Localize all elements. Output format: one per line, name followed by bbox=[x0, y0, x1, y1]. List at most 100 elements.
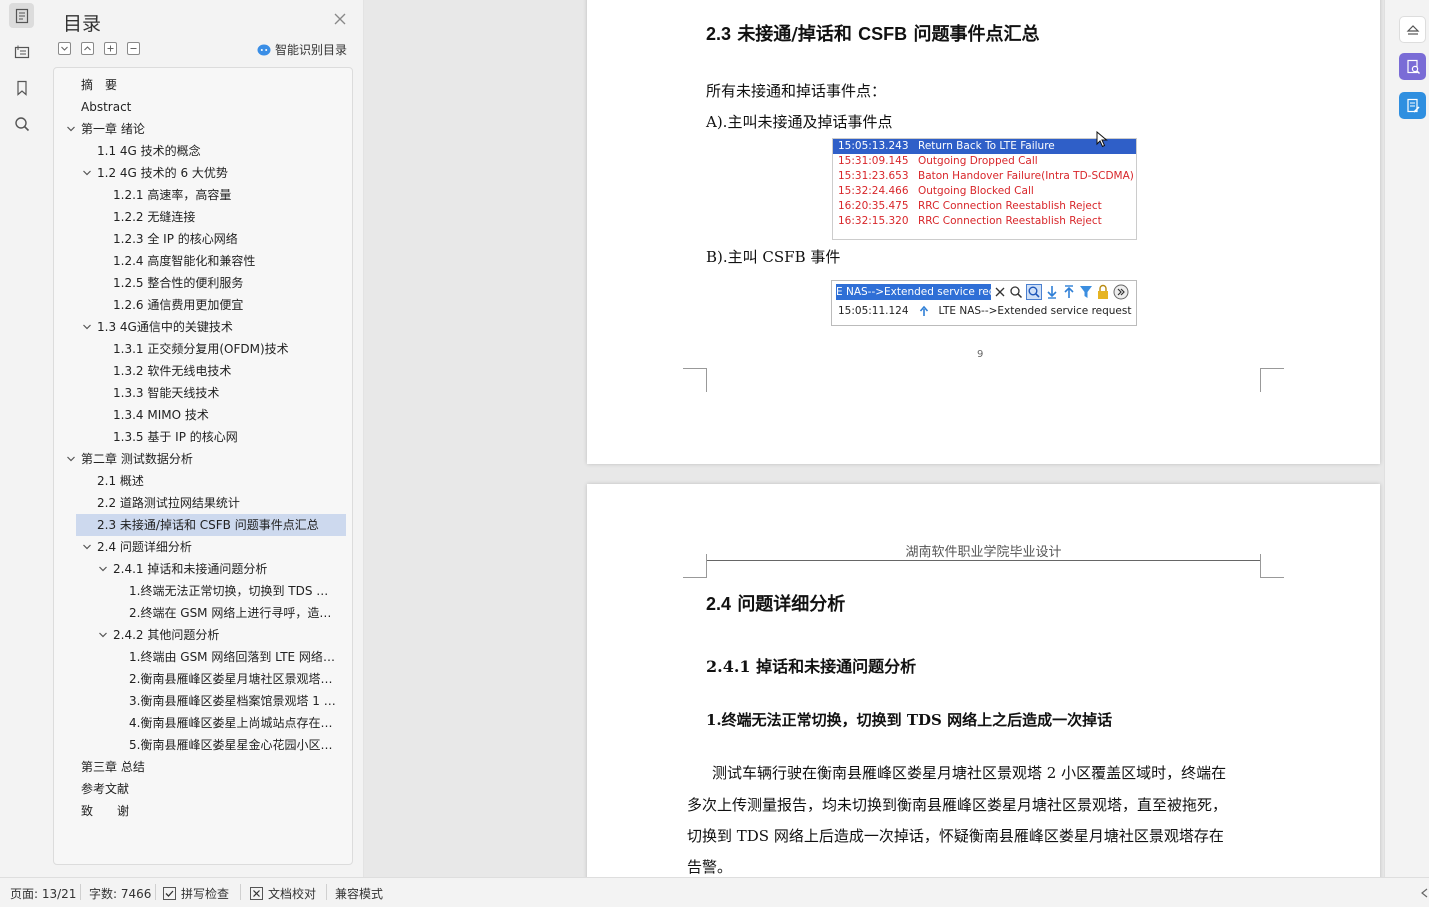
toc-item[interactable]: 4.衡南县雁峰区娄星上尚城站点存在告警 bbox=[129, 712, 339, 734]
toc-item-label: 2.终端在 GSM 网络上进行寻呼，造成未接通 bbox=[129, 606, 339, 620]
chevron-down-icon[interactable] bbox=[66, 454, 76, 464]
chevron-down-icon[interactable] bbox=[98, 630, 108, 640]
event-row: 16:32:15.320 RRC Connection Reestablish R… bbox=[833, 214, 1136, 229]
toc-panel-button[interactable] bbox=[9, 3, 34, 28]
toc-item[interactable]: 1.3.1 正交频分复用(OFDM)技术 bbox=[113, 338, 339, 360]
toc-item[interactable]: 第三章 总结 bbox=[81, 756, 339, 778]
section-heading-item-1: 1.终端无法正常切换，切换到 TDS 网络上之后造成一次掉话 bbox=[706, 711, 1113, 729]
arrow-up-icon bbox=[1064, 285, 1074, 298]
toc-item[interactable]: 2.终端在 GSM 网络上进行寻呼，造成未接通 bbox=[129, 602, 339, 624]
document-area[interactable]: 2.3 未接通/掉话和 CSFB 问题事件点汇总 所有未接通和掉话事件点： A)… bbox=[364, 0, 1384, 877]
toc-item[interactable]: 2.4 问题详细分析 bbox=[97, 536, 339, 558]
toc-item-label: 1.2.6 通信费用更加便宜 bbox=[113, 298, 244, 312]
word-count[interactable]: 字数: 7466 bbox=[89, 885, 151, 902]
status-divider bbox=[80, 884, 81, 900]
toc-item[interactable]: 1.2.6 通信费用更加便宜 bbox=[113, 294, 339, 316]
status-bar: 页面: 13/21 字数: 7466 拼写检查 文档校对 兼容模式 bbox=[0, 877, 1429, 907]
toc-item[interactable]: 2.4.2 其他问题分析 bbox=[113, 624, 339, 646]
smart-toc-button[interactable]: 智能识别目录 bbox=[257, 41, 347, 58]
event-list-screenshot: 15:05:13.243 Return Back To LTE Failure 15… bbox=[832, 138, 1137, 240]
toc-item[interactable]: 致 谢 bbox=[81, 800, 339, 822]
chevron-down-icon[interactable] bbox=[82, 322, 92, 332]
chevron-left-icon[interactable] bbox=[1419, 887, 1429, 899]
doc-assistant-button[interactable] bbox=[1399, 92, 1426, 119]
toc-item[interactable]: 1.2 4G 技术的 6 大优势 bbox=[97, 162, 339, 184]
toc-item[interactable]: 1.3 4G通信中的关键技术 bbox=[97, 316, 339, 338]
expand-all-button[interactable] bbox=[58, 42, 71, 55]
toc-item-label: 参考文献 bbox=[81, 782, 130, 796]
nas-toolbar bbox=[994, 284, 1129, 300]
collapse-all-button[interactable] bbox=[81, 42, 94, 55]
add-entry-button[interactable] bbox=[104, 42, 117, 55]
toc-item[interactable]: 1.3.2 软件无线电技术 bbox=[113, 360, 339, 382]
toc-title: 目录 bbox=[63, 13, 102, 35]
toc-item[interactable]: 3.衡南县雁峰区娄星档案馆景观塔 1 小区问题 bbox=[129, 690, 339, 712]
toc-item-label: 2.4.2 其他问题分析 bbox=[113, 628, 220, 642]
section-heading-2-4-1: 2.4.1 掉话和未接通问题分析 bbox=[706, 657, 917, 676]
toc-item-label: 1.终端由 GSM 网络回落到 LTE 网络失败 bbox=[129, 650, 339, 664]
nas-event-row: 15:05:11.124 LTE NAS-->Extended service … bbox=[838, 305, 1131, 317]
toc-item[interactable]: 1.2.5 整合性的便利服务 bbox=[113, 272, 339, 294]
toc-item[interactable]: 2.3 未接通/掉话和 CSFB 问题事件点汇总 bbox=[76, 514, 346, 536]
remove-entry-button[interactable] bbox=[127, 42, 140, 55]
chevron-up-icon bbox=[84, 46, 91, 51]
toc-item-label: 第一章 绪论 bbox=[81, 122, 145, 136]
more-icon bbox=[1113, 284, 1129, 300]
event-row: 15:31:23.653 Baton Handover Failure(Intra… bbox=[833, 169, 1136, 184]
paragraph-line: 多次上传测量报告，均未切换到衡南县雁峰区娄星月塘社区景观塔，直至被拖死， bbox=[687, 796, 1228, 814]
toc-item[interactable]: 2.1 概述 bbox=[97, 470, 339, 492]
toc-item[interactable]: 2.4.1 掉话和未接通问题分析 bbox=[113, 558, 339, 580]
section-heading-2-4: 2.4 问题详细分析 bbox=[706, 590, 845, 616]
toc-item[interactable]: 1.终端由 GSM 网络回落到 LTE 网络失败 bbox=[129, 646, 339, 668]
heading-text: 问题详细分析 bbox=[737, 594, 846, 615]
chevron-down-icon[interactable] bbox=[66, 124, 76, 134]
chevron-down-icon[interactable] bbox=[98, 564, 108, 574]
toc-item[interactable]: 1.终端无法正常切换，切换到 TDS 网络上之后造成一次掉话 bbox=[129, 580, 339, 602]
toc-item-label: 1.2.5 整合性的便利服务 bbox=[113, 276, 244, 290]
toc-item-label: 1.终端无法正常切换，切换到 TDS 网络上之后造成一次掉话 bbox=[129, 584, 339, 598]
search-button[interactable] bbox=[9, 111, 34, 136]
label-a: A).主叫未接通及掉话事件点 bbox=[706, 113, 893, 131]
document-page-10: 湖南软件职业学院毕业设计 2.4 问题详细分析 2.4.1 掉话和未接通问题分析… bbox=[587, 484, 1380, 877]
toc-item[interactable]: 参考文献 bbox=[81, 778, 339, 800]
toc-item-label: 1.3.1 正交频分复用(OFDM)技术 bbox=[113, 342, 289, 356]
toc-item[interactable]: 1.3.3 智能天线技术 bbox=[113, 382, 339, 404]
page-indicator[interactable]: 页面: 13/21 bbox=[10, 885, 76, 902]
doc-check-button[interactable] bbox=[1399, 53, 1426, 80]
toc-item[interactable]: 1.2.1 高速率，高容量 bbox=[113, 184, 339, 206]
toc-item[interactable]: 1.1 4G 技术的概念 bbox=[97, 140, 339, 162]
toc-item[interactable]: 1.2.4 高度智能化和兼容性 bbox=[113, 250, 339, 272]
toc-item[interactable]: 摘 要 bbox=[81, 74, 339, 96]
toc-item[interactable]: 2.2 道路测试拉网结果统计 bbox=[97, 492, 339, 514]
toc-item-label: 1.2.1 高速率，高容量 bbox=[113, 188, 232, 202]
toc-item-label: 2.1 概述 bbox=[97, 474, 144, 488]
collapse-panel-button[interactable] bbox=[1399, 16, 1426, 43]
mouse-cursor-icon bbox=[1096, 131, 1108, 148]
heading-number: 2.3 bbox=[706, 24, 732, 44]
toc-panel: 目录 智能识别目录 摘 要 Abstract 第一章 绪论 1.1 4G 技术的概念 1… bbox=[43, 0, 364, 877]
bookmark-button[interactable] bbox=[9, 75, 34, 100]
close-icon[interactable] bbox=[333, 12, 347, 26]
event-desc: Baton Handover Failure(Intra TD-SCDMA) bbox=[918, 170, 1134, 182]
toc-item[interactable]: 2.衡南县雁峰区娄星月塘社区景观塔覆盖问题 bbox=[129, 668, 339, 690]
heading-number: 2.4 bbox=[706, 594, 732, 614]
toc-item[interactable]: 1.2.3 全 IP 的核心网络 bbox=[113, 228, 339, 250]
paragraph-line: 告警。 bbox=[687, 858, 733, 876]
chevron-down-icon[interactable] bbox=[82, 168, 92, 178]
proofread-button[interactable]: 文档校对 bbox=[250, 885, 316, 902]
spell-check-button[interactable]: 拼写检查 bbox=[163, 885, 229, 902]
toc-item[interactable]: Abstract bbox=[81, 96, 339, 118]
outline-button[interactable] bbox=[9, 39, 34, 64]
nas-event-time: 15:05:11.124 bbox=[838, 305, 909, 317]
toc-item-label: 2.衡南县雁峰区娄星月塘社区景观塔覆盖问题 bbox=[129, 672, 339, 686]
event-desc: Return Back To LTE Failure bbox=[918, 140, 1055, 152]
lock-icon bbox=[1098, 284, 1108, 299]
toc-item[interactable]: 1.3.5 基于 IP 的核心网 bbox=[113, 426, 339, 448]
toc-item[interactable]: 第二章 测试数据分析 bbox=[81, 448, 339, 470]
status-divider bbox=[326, 884, 327, 900]
chevron-down-icon[interactable] bbox=[82, 542, 92, 552]
toc-item[interactable]: 第一章 绪论 bbox=[81, 118, 339, 140]
toc-item[interactable]: 1.2.2 无缝连接 bbox=[113, 206, 339, 228]
toc-item[interactable]: 1.3.4 MIMO 技术 bbox=[113, 404, 339, 426]
toc-item[interactable]: 5.衡南县雁峰区娄星星金心花园小区问题 bbox=[129, 734, 339, 756]
